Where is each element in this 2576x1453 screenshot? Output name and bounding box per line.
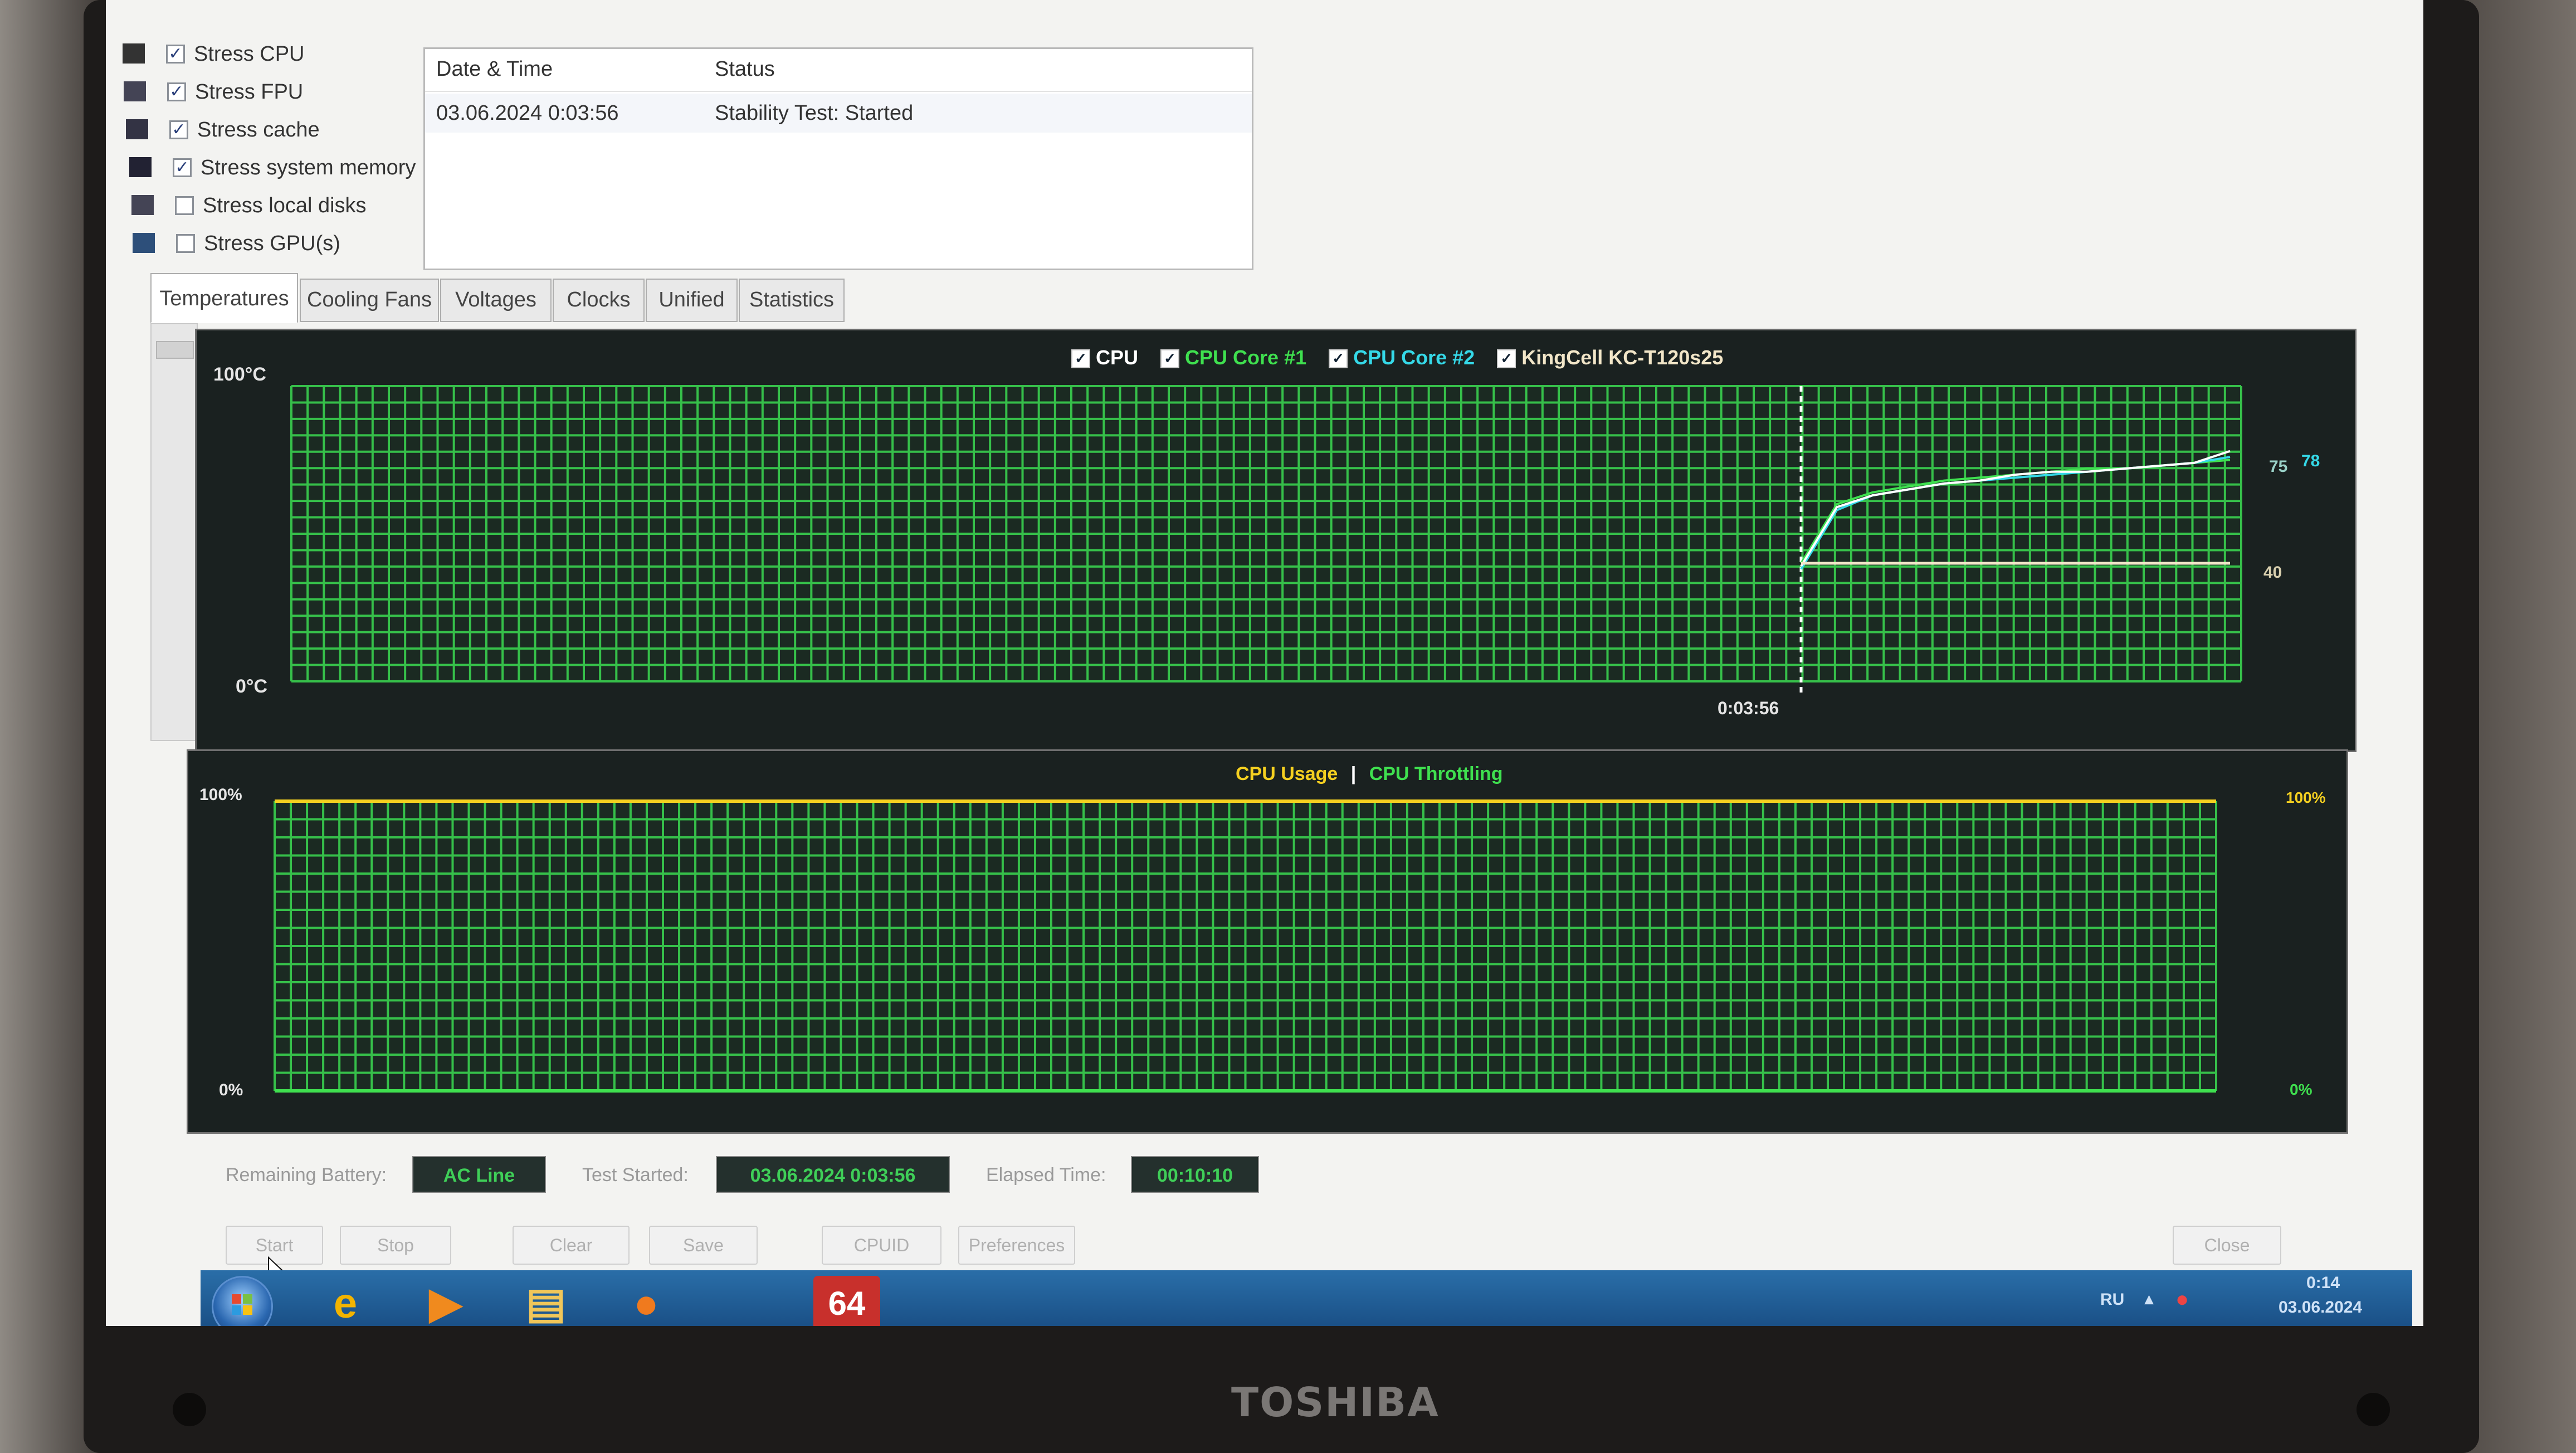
cpu-usage-plot xyxy=(274,799,2217,1093)
stress-option-label: Stress GPU(s) xyxy=(204,232,340,255)
stress-option-label: Stress CPU xyxy=(194,42,305,66)
legend-core2-checkbox[interactable]: ✓ xyxy=(1329,349,1348,369)
tab-temperatures[interactable]: Temperatures xyxy=(150,273,298,323)
temperature-legend: ✓ CPU ✓ CPU Core #1 ✓ CPU Core #2 ✓ KingCell… xyxy=(1071,346,1740,369)
usage-y-top-label: 100% xyxy=(199,786,242,804)
legend-core1-checkbox[interactable]: ✓ xyxy=(1160,349,1180,369)
tab-clocks[interactable]: Clocks xyxy=(553,279,645,322)
stress-option-label: Stress system memory xyxy=(201,156,416,179)
legend-cpu[interactable]: ✓ CPU xyxy=(1071,346,1138,369)
legend-disk[interactable]: ✓ KingCell KC-T120s25 xyxy=(1497,346,1723,369)
temp-end-label-cpu: 78 xyxy=(2301,452,2320,470)
tab-cooling-fans[interactable]: Cooling Fans xyxy=(300,279,439,322)
remaining-battery-label: Remaining Battery: xyxy=(226,1164,387,1186)
temp-y-bottom-label: 0°C xyxy=(236,676,268,697)
tray-time[interactable]: 0:14 xyxy=(2306,1274,2340,1293)
stress-option-checkbox[interactable]: ✓ xyxy=(169,120,188,139)
stress-option-checkbox[interactable]: ✓ xyxy=(173,158,192,177)
log-row-status: Stability Test: Started xyxy=(715,101,914,125)
legend-cpu-label: CPU xyxy=(1096,346,1139,369)
usage-y-bottom-label: 0% xyxy=(219,1081,243,1099)
cpuid-button[interactable]: CPUID xyxy=(822,1226,941,1265)
cpu-usage-legend: CPU Usage | CPU Throttling xyxy=(1236,763,1503,785)
tab-statistics[interactable]: Statistics xyxy=(739,279,845,322)
elapsed-time-label: Elapsed Time: xyxy=(986,1164,1106,1186)
legend-cpu-throttling: CPU Throttling xyxy=(1369,763,1503,784)
cpu-usage-grid xyxy=(274,800,2217,1092)
legend-cpu-usage: CPU Usage xyxy=(1236,763,1338,784)
tab-unified[interactable]: Unified xyxy=(646,279,738,322)
stress-option-checkbox[interactable]: ✓ xyxy=(167,82,186,101)
aida64-icon[interactable]: 64 xyxy=(813,1276,880,1326)
clear-button[interactable]: Clear xyxy=(513,1226,630,1265)
tab-voltages[interactable]: Voltages xyxy=(440,279,552,322)
elapsed-time-value: 00:10:10 xyxy=(1131,1156,1259,1193)
cpu-icon xyxy=(123,43,145,64)
tray-date[interactable]: 03.06.2024 xyxy=(2279,1298,2362,1317)
temp-end-label-disk: 40 xyxy=(2263,563,2282,582)
screen: ✓ Stress CPU ✓ Stress FPU ✓ Stress cache ✓ Stre… xyxy=(106,0,2423,1326)
stress-option-label: Stress local disks xyxy=(203,194,367,217)
internet-explorer-icon[interactable]: e xyxy=(312,1276,379,1326)
bezel-bumper-right xyxy=(2357,1393,2390,1426)
usage-end-bottom-label: 0% xyxy=(2290,1081,2312,1098)
start-button-orb[interactable] xyxy=(212,1276,273,1326)
log-row[interactable]: 03.06.2024 0:03:56 Stability Test: Start… xyxy=(425,94,1252,133)
log-row-datetime: 03.06.2024 0:03:56 xyxy=(436,101,619,125)
log-col-status[interactable]: Status xyxy=(715,57,775,81)
temperature-plot xyxy=(290,385,2242,695)
legend-core2-label: CPU Core #2 xyxy=(1353,346,1475,369)
bezel-bumper-left xyxy=(173,1393,206,1426)
legend-separator: | xyxy=(1350,763,1357,784)
preferences-button[interactable]: Preferences xyxy=(958,1226,1075,1265)
test-started-label: Test Started: xyxy=(582,1164,689,1186)
cpu-usage-graph: CPU Usage | CPU Throttling 100% 0% 100% … xyxy=(187,749,2348,1134)
legend-core1-label: CPU Core #1 xyxy=(1185,346,1307,369)
save-button[interactable]: Save xyxy=(649,1226,758,1265)
disk-icon xyxy=(131,195,154,215)
tray-language[interactable]: RU xyxy=(2100,1290,2124,1309)
legend-core1[interactable]: ✓ CPU Core #1 xyxy=(1160,346,1306,369)
memory-icon xyxy=(129,157,152,177)
temp-end-label-core: 75 xyxy=(2269,457,2288,476)
remaining-battery-value: AC Line xyxy=(412,1156,546,1193)
tray-network-icon[interactable]: ● xyxy=(2175,1287,2189,1312)
usage-end-top-label: 100% xyxy=(2286,789,2326,806)
legend-cpu-checkbox[interactable]: ✓ xyxy=(1071,349,1090,369)
stress-option-checkbox[interactable]: ✓ xyxy=(176,234,195,253)
close-button[interactable]: Close xyxy=(2173,1226,2281,1265)
stress-option-checkbox[interactable]: ✓ xyxy=(166,45,185,64)
temp-y-top-label: 100°C xyxy=(213,364,266,385)
legend-core2[interactable]: ✓ CPU Core #2 xyxy=(1329,346,1475,369)
fpu-icon xyxy=(124,81,146,101)
tray-arrow-icon[interactable]: ▴ xyxy=(2145,1289,2153,1309)
stress-option-label: Stress FPU xyxy=(195,80,304,104)
stress-option-checkbox[interactable]: ✓ xyxy=(175,196,194,215)
brand-logo: TOSHIBA xyxy=(1231,1379,1440,1426)
taskbar: e ▶ ▤ ● 64 RU ▴ ● 0:14 03.06.2024 xyxy=(201,1270,2412,1326)
file-explorer-icon[interactable]: ▤ xyxy=(513,1276,579,1326)
status-log[interactable]: Date & Time Status 03.06.2024 0:03:56 St… xyxy=(423,47,1253,270)
temp-marker-time: 0:03:56 xyxy=(1718,698,1779,718)
stop-button[interactable]: Stop xyxy=(340,1226,451,1265)
gpu-icon xyxy=(133,233,155,253)
temperature-grid xyxy=(290,385,2242,682)
stress-option-label: Stress cache xyxy=(197,118,320,142)
legend-disk-label: KingCell KC-T120s25 xyxy=(1521,346,1724,369)
temperature-graph: ✓ CPU ✓ CPU Core #1 ✓ CPU Core #2 ✓ KingCell… xyxy=(195,329,2357,752)
windows-logo-icon xyxy=(232,1294,252,1315)
graph-scroll-thumb[interactable] xyxy=(156,341,194,359)
cache-icon xyxy=(126,119,148,139)
log-col-datetime[interactable]: Date & Time xyxy=(436,57,553,81)
aida64-stability-window: ✓ Stress CPU ✓ Stress FPU ✓ Stress cache ✓ Stre… xyxy=(106,0,2423,1326)
firefox-icon[interactable]: ● xyxy=(613,1276,680,1326)
legend-disk-checkbox[interactable]: ✓ xyxy=(1497,349,1516,369)
log-header: Date & Time Status xyxy=(425,49,1252,92)
graph-scroll-rail[interactable] xyxy=(150,323,198,741)
test-started-value: 03.06.2024 0:03:56 xyxy=(716,1156,950,1193)
media-player-icon[interactable]: ▶ xyxy=(412,1276,479,1326)
